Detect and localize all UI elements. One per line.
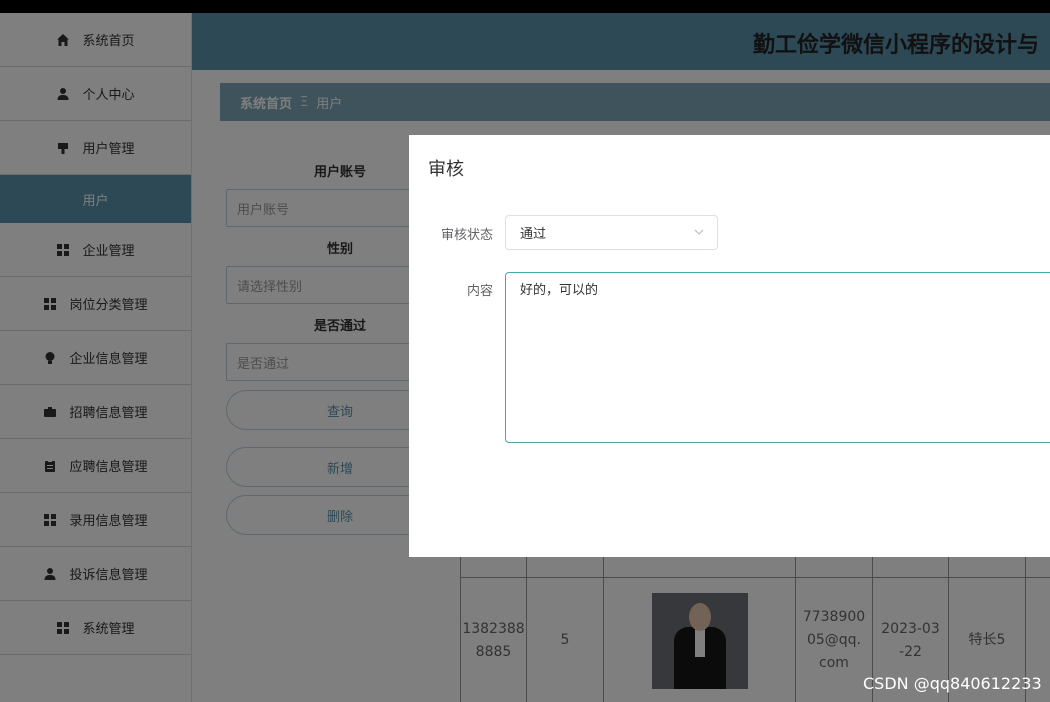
chevron-down-icon [694,229,704,235]
content-label: 内容 [466,284,493,299]
watermark: CSDN @qq840612233 [863,674,1042,693]
status-select[interactable]: 通过 [505,215,718,250]
review-dialog: 审核 审核状态 通过 内容 好的，可以的 [409,135,1050,557]
dialog-title: 审核 [428,159,464,180]
status-label: 审核状态 [440,228,493,243]
status-select-value: 通过 [520,227,547,242]
content-textarea[interactable]: 好的，可以的 [505,272,1050,443]
